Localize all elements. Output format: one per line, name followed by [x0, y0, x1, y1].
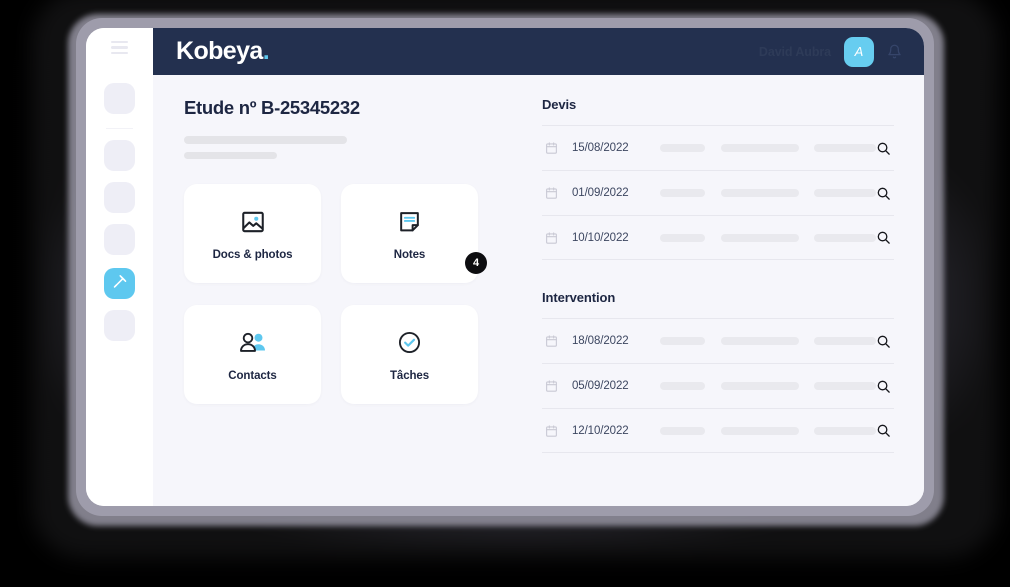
main-area: Kobeya. David Aubra A Etude nº B-2534523… — [153, 28, 924, 506]
row-placeholder-bar — [813, 233, 876, 242]
sidebar-item-tools-active[interactable] — [104, 268, 135, 299]
card-taches[interactable]: Tâches — [341, 305, 478, 404]
search-icon[interactable] — [876, 334, 891, 349]
status-badge: 4 — [465, 252, 487, 274]
table-row[interactable]: 01/09/2022 — [542, 170, 894, 215]
user-name-label: David Aubra — [758, 44, 831, 59]
card-label: Tâches — [389, 369, 430, 382]
search-icon[interactable] — [876, 379, 891, 394]
hamburger-line — [111, 41, 128, 44]
card-contacts[interactable]: Contacts — [184, 305, 321, 404]
section-title: Intervention — [542, 290, 616, 305]
table-row[interactable]: 15/08/2022 — [542, 125, 894, 170]
row-placeholder-bar — [721, 337, 799, 345]
sidebar-divider — [106, 128, 133, 129]
two-people-icon — [238, 328, 268, 358]
calendar-icon — [545, 424, 558, 438]
section-devis: Devis 15/08/2022 01/09/2022 10/10/2022 — [542, 97, 894, 260]
row-placeholder-bar — [721, 233, 799, 242]
calendar-icon — [545, 186, 558, 200]
card-notes[interactable]: Notes 4 — [341, 184, 487, 283]
brand-name: Kobeya — [176, 37, 263, 65]
row-placeholder-bar — [660, 337, 706, 345]
table-row[interactable]: 12/10/2022 — [542, 408, 894, 453]
page-title: Etude nº B-25345232 — [184, 97, 360, 118]
row-date: 01/09/2022 — [572, 187, 629, 199]
title-placeholder-line-2 — [184, 152, 277, 159]
hamburger-line — [111, 51, 128, 54]
top-header-bar: Kobeya. David Aubra A — [153, 28, 924, 75]
row-date: 05/09/2022 — [572, 380, 629, 392]
sidebar — [86, 28, 153, 506]
image-photo-icon — [240, 207, 266, 237]
section-intervention: Intervention 18/08/2022 05/09/2022 12/10… — [542, 290, 894, 453]
row-date: 15/08/2022 — [572, 142, 629, 154]
brand-dot: . — [262, 37, 270, 65]
row-placeholder-bar — [660, 233, 706, 242]
right-column: Devis 15/08/2022 01/09/2022 10/10/2022 I… — [512, 97, 898, 506]
search-icon[interactable] — [876, 423, 891, 438]
sidebar-item-4[interactable] — [104, 224, 135, 255]
row-placeholder-bar — [813, 189, 876, 197]
row-placeholder-bar — [660, 382, 706, 390]
note-document-icon — [397, 207, 422, 237]
table-row[interactable]: 18/08/2022 — [542, 318, 894, 363]
row-placeholder-bar — [813, 144, 876, 152]
row-date: 10/10/2022 — [572, 231, 629, 244]
calendar-icon — [545, 231, 558, 245]
brand-logo[interactable]: Kobeya. — [176, 37, 270, 66]
search-icon[interactable] — [876, 230, 891, 245]
row-placeholder-bar — [813, 382, 876, 390]
row-date: 12/10/2022 — [572, 424, 629, 437]
calendar-icon — [545, 379, 558, 393]
title-placeholder-line-1 — [184, 136, 347, 144]
check-circle-icon — [397, 328, 422, 358]
screenshot-stage: Kobeya. David Aubra A Etude nº B-2534523… — [0, 0, 1010, 587]
left-column: Etude nº B-25345232 Docs & photos Notes … — [177, 97, 512, 506]
tablet-device-frame: Kobeya. David Aubra A Etude nº B-2534523… — [76, 18, 934, 516]
card-docs-photos[interactable]: Docs & photos — [184, 184, 321, 283]
table-row[interactable]: 10/10/2022 — [542, 215, 894, 260]
avatar[interactable]: A — [844, 36, 874, 67]
card-label: Docs & photos — [212, 248, 293, 261]
row-date: 18/08/2022 — [572, 335, 629, 347]
hamburger-line — [111, 46, 128, 49]
shortcut-cards-grid: Docs & photos Notes 4 Contacts Tâches — [184, 184, 512, 404]
row-placeholder-bar — [660, 144, 706, 152]
search-icon[interactable] — [876, 186, 891, 201]
search-icon[interactable] — [876, 141, 891, 156]
sidebar-item-3[interactable] — [104, 182, 135, 213]
row-placeholder-bar — [813, 337, 876, 345]
app-screen: Kobeya. David Aubra A Etude nº B-2534523… — [86, 28, 924, 506]
row-placeholder-bar — [721, 189, 799, 197]
sidebar-item-6[interactable] — [104, 310, 135, 341]
row-placeholder-bar — [721, 382, 799, 390]
sidebar-item-1[interactable] — [104, 83, 135, 114]
calendar-icon — [545, 141, 558, 155]
row-placeholder-bar — [660, 426, 706, 435]
row-placeholder-bar — [660, 189, 706, 197]
card-label: Notes — [393, 248, 426, 261]
header-actions: David Aubra A — [758, 36, 902, 67]
row-placeholder-bar — [721, 144, 799, 152]
card-label: Contacts — [228, 369, 277, 382]
section-title: Devis — [542, 97, 577, 112]
row-placeholder-bar — [721, 426, 799, 435]
table-row[interactable]: 05/09/2022 — [542, 363, 894, 408]
hamburger-menu-icon[interactable] — [111, 41, 128, 54]
content-area: Etude nº B-25345232 Docs & photos Notes … — [153, 75, 924, 506]
calendar-icon — [545, 334, 558, 348]
row-placeholder-bar — [813, 426, 876, 435]
sidebar-item-2[interactable] — [104, 140, 135, 171]
hammer-tool-icon — [111, 273, 128, 295]
bell-icon[interactable] — [887, 43, 902, 60]
